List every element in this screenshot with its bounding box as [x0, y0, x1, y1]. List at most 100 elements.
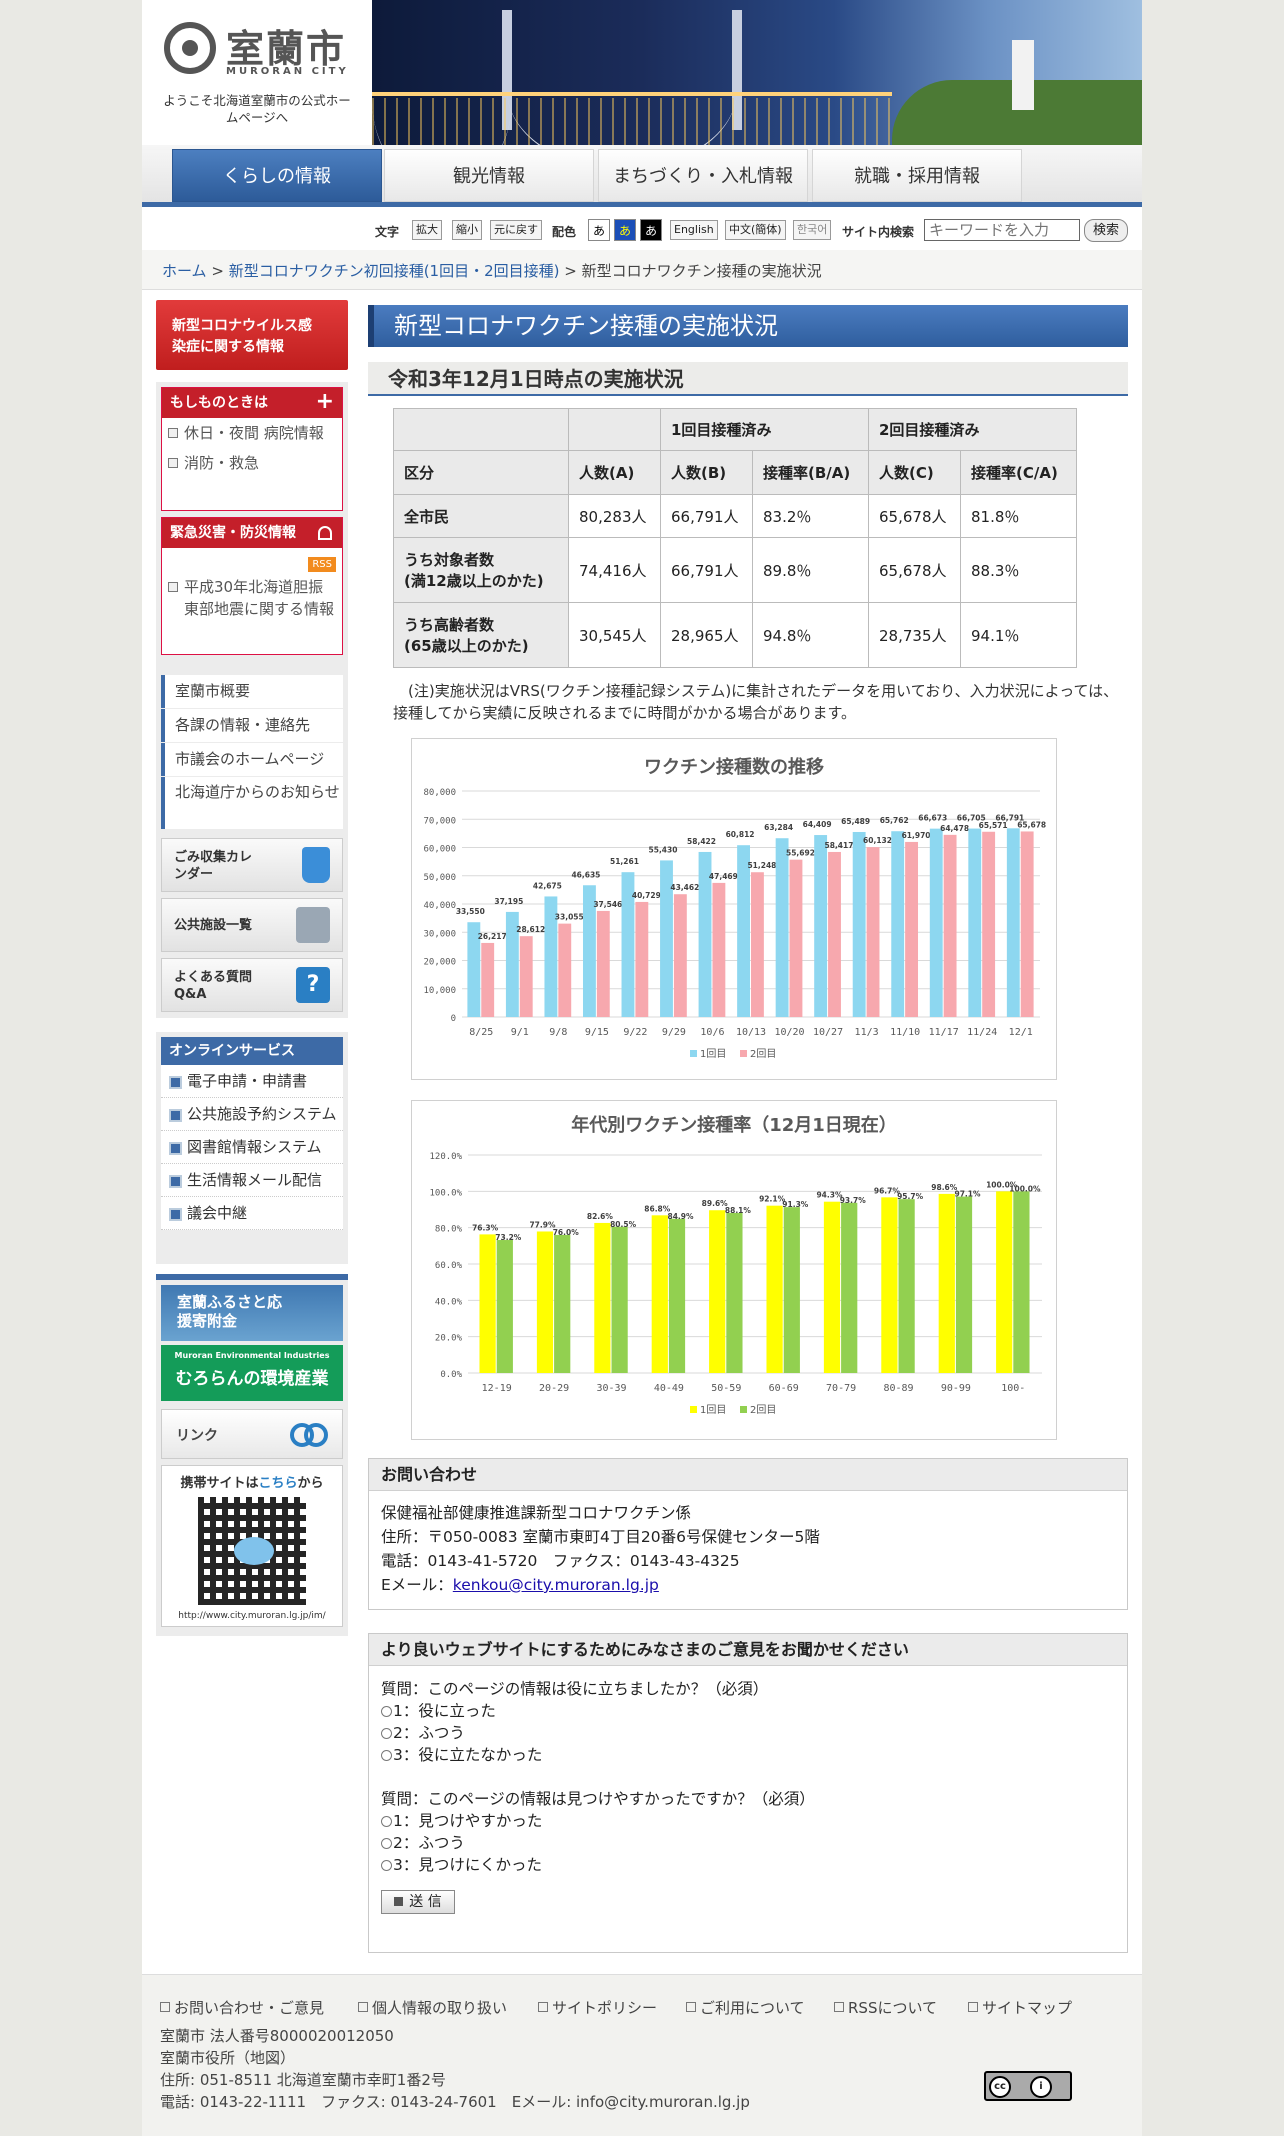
facility-reservation-link[interactable]: 公共施設予約システム	[161, 1098, 343, 1131]
x-tick-label: 8/25	[469, 1027, 493, 1038]
table-header: 接種率(B/A)	[752, 450, 869, 495]
mobile-site-qr[interactable]: 携帯サイトはこちらから http://www.city.muroran.lg.j…	[161, 1465, 343, 1627]
environment-industry-banner[interactable]: Muroran Environmental Industries むろらんの環境…	[161, 1345, 343, 1401]
q1-option-3[interactable]: 3：役に立たなかった	[381, 1744, 1115, 1766]
footer-contact-link[interactable]: お問い合わせ・ご意見	[160, 1997, 324, 2018]
hero-image	[372, 0, 1142, 145]
gnav-tourism[interactable]: 観光情報	[384, 149, 594, 202]
utility-bar: 文字 拡大 縮小 元に戻す 配色 あ あ あ English 中文(簡体) 한국…	[142, 212, 1142, 248]
x-tick-label: 11/24	[967, 1027, 997, 1038]
color-scheme-label: 配色	[552, 225, 577, 239]
q2-option-1[interactable]: 1：見つけやすかった	[381, 1810, 1115, 1832]
creative-commons-icon[interactable]: cc i	[984, 2071, 1072, 2101]
footer-site-policy-link[interactable]: サイトポリシー	[538, 1997, 657, 2018]
breadcrumb-parent[interactable]: 新型コロナワクチン初回接種(1回目・2回目接種)	[229, 262, 560, 280]
holiday-hospital-link[interactable]: 休日・夜間 病院情報	[162, 418, 342, 448]
council-stream-link[interactable]: 議会中継	[161, 1197, 343, 1230]
data-label: 88.1%	[725, 1206, 752, 1215]
footer-terms-link[interactable]: ご利用について	[686, 1997, 805, 2018]
x-tick-label: 11/17	[929, 1027, 959, 1038]
data-label: 80.5%	[610, 1220, 637, 1229]
earthquake-info-link[interactable]: 平成30年北海道胆振東部地震に関する情報	[162, 572, 342, 624]
vaccination-trend-svg: ワクチン接種数の推移 0 10,000 20,000 30,000 40,000 50,00…	[423, 756, 1046, 1060]
x-tick-label: 20-29	[539, 1383, 569, 1394]
mail-service-link[interactable]: 生活情報メール配信	[161, 1164, 343, 1197]
data-label: 64,478	[940, 824, 969, 833]
contact-heading: お問い合わせ	[369, 1459, 1127, 1491]
q1-option-1[interactable]: 1：役に立った	[381, 1700, 1115, 1722]
q2-option-3[interactable]: 3：見つけにくかった	[381, 1854, 1115, 1876]
x-tick-label: 11/10	[890, 1027, 920, 1038]
data-label: 26,217	[478, 932, 507, 941]
lang-english-button[interactable]: English	[670, 220, 718, 240]
table-cell: 30,545人	[568, 602, 661, 668]
data-label: 42,675	[533, 881, 562, 890]
submit-arrow-icon	[394, 1897, 404, 1906]
color-black-button[interactable]: あ	[640, 219, 662, 241]
y-tick-label: 70,000	[423, 816, 456, 826]
text-enlarge-button[interactable]: 拡大	[412, 220, 442, 240]
menu-city-council[interactable]: 市議会のホームページ	[161, 743, 343, 776]
search-button[interactable]: 検索	[1084, 219, 1128, 242]
data-label: 46,635	[571, 870, 600, 879]
radio-button[interactable]	[381, 1859, 392, 1871]
site-footer: お問い合わせ・ご意見 個人情報の取り扱い サイトポリシー ご利用について RSS…	[142, 1974, 1142, 2136]
corona-info-banner[interactable]: 新型コロナウイルス感染症に関する情報	[156, 300, 348, 370]
age-rate-chart: 年代別ワクチン接種率（12月1日現在） 0.0% 20.0% 40.0% 60.0% 80…	[411, 1100, 1057, 1440]
radio-button[interactable]	[381, 1705, 392, 1717]
text-reset-button[interactable]: 元に戻す	[490, 220, 542, 240]
contact-email-link[interactable]: kenkou@city.muroran.lg.jp	[453, 1576, 659, 1594]
emergency-box: もしものときは + 休日・夜間 病院情報 消防・救急 緊急災害・防災情報 RSS…	[156, 382, 348, 688]
lang-chinese-button[interactable]: 中文(簡体)	[725, 220, 786, 240]
section-subtitle: 令和3年12月1日時点の実施状況	[368, 362, 1128, 396]
radio-button[interactable]	[381, 1727, 392, 1739]
public-facilities-banner[interactable]: 公共施設一覧	[161, 898, 343, 952]
menu-departments[interactable]: 各課の情報・連絡先	[161, 709, 343, 742]
radio-button[interactable]	[381, 1815, 392, 1827]
survey-heading: より良いウェブサイトにするためにみなさまのご意見をお聞かせください	[369, 1634, 1127, 1666]
library-system-link[interactable]: 図書館情報システム	[161, 1131, 343, 1164]
site-logo[interactable]: 室蘭市 MURORAN CITY ようこそ北海道室蘭市の公式ホームページへ	[142, 0, 372, 145]
rss-icon[interactable]: RSS	[308, 557, 336, 572]
bar-2	[596, 910, 610, 1017]
data-label: 65,762	[880, 816, 909, 825]
footer-privacy-link[interactable]: 個人情報の取り扱い	[358, 1997, 507, 2018]
gnav-town-planning[interactable]: まちづくり・入札情報	[598, 149, 808, 202]
furusato-donation-banner[interactable]: 室蘭ふるさと応援寄附金	[161, 1285, 343, 1341]
vaccination-table: 1回目接種済み 2回目接種済み 区分 人数(A) 人数(B) 接種率(B/A) …	[393, 408, 1077, 668]
footer-office[interactable]: 室蘭市役所（地図）	[160, 2047, 295, 2068]
footer-sitemap-link[interactable]: サイトマップ	[968, 1997, 1072, 2018]
table-cell: 83.2％	[752, 494, 869, 538]
faq-banner[interactable]: よくある質問Q&A ?	[161, 958, 343, 1012]
color-white-button[interactable]: あ	[588, 219, 610, 241]
y-tick-label: 80.0%	[435, 1225, 463, 1235]
lang-korean-button[interactable]: 한국어	[793, 220, 832, 240]
x-tick-label: 9/8	[549, 1027, 567, 1038]
breadcrumb-home[interactable]: ホーム	[162, 262, 207, 280]
search-input[interactable]	[924, 219, 1080, 241]
radio-button[interactable]	[381, 1837, 392, 1849]
x-tick-label: 40-49	[654, 1383, 684, 1394]
menu-hokkaido-notice[interactable]: 北海道庁からのお知らせ	[161, 777, 343, 829]
bar-2	[1013, 1191, 1030, 1373]
gnav-jobs[interactable]: 就職・採用情報	[812, 149, 1022, 202]
e-application-link[interactable]: 電子申請・申請書	[161, 1065, 343, 1098]
menu-city-overview[interactable]: 室蘭市概要	[161, 675, 343, 708]
data-label: 61,970	[902, 831, 931, 840]
q1-option-2[interactable]: 2：ふつう	[381, 1722, 1115, 1744]
submit-button[interactable]: 送 信	[381, 1890, 455, 1914]
x-tick-label: 10/6	[700, 1027, 724, 1038]
footer-rss-link[interactable]: RSSについて	[834, 1997, 937, 2018]
q2-option-2[interactable]: 2：ふつう	[381, 1832, 1115, 1854]
gnav-living[interactable]: くらしの情報	[172, 149, 382, 202]
color-blue-button[interactable]: あ	[614, 219, 636, 241]
bar-1	[968, 828, 982, 1017]
fire-emergency-link[interactable]: 消防・救急	[162, 448, 342, 478]
data-label: 33,550	[456, 907, 485, 916]
links-banner[interactable]: リンク	[161, 1409, 343, 1459]
text-shrink-button[interactable]: 縮小	[452, 220, 482, 240]
online-services-box: オンラインサービス 電子申請・申請書 公共施設予約システム 図書館情報システム …	[156, 1032, 348, 1264]
page-wrapper: 室蘭市 MURORAN CITY ようこそ北海道室蘭市の公式ホームページへ くら…	[142, 0, 1142, 2136]
garbage-calendar-banner[interactable]: ごみ収集カレンダー	[161, 838, 343, 892]
radio-button[interactable]	[381, 1749, 392, 1761]
